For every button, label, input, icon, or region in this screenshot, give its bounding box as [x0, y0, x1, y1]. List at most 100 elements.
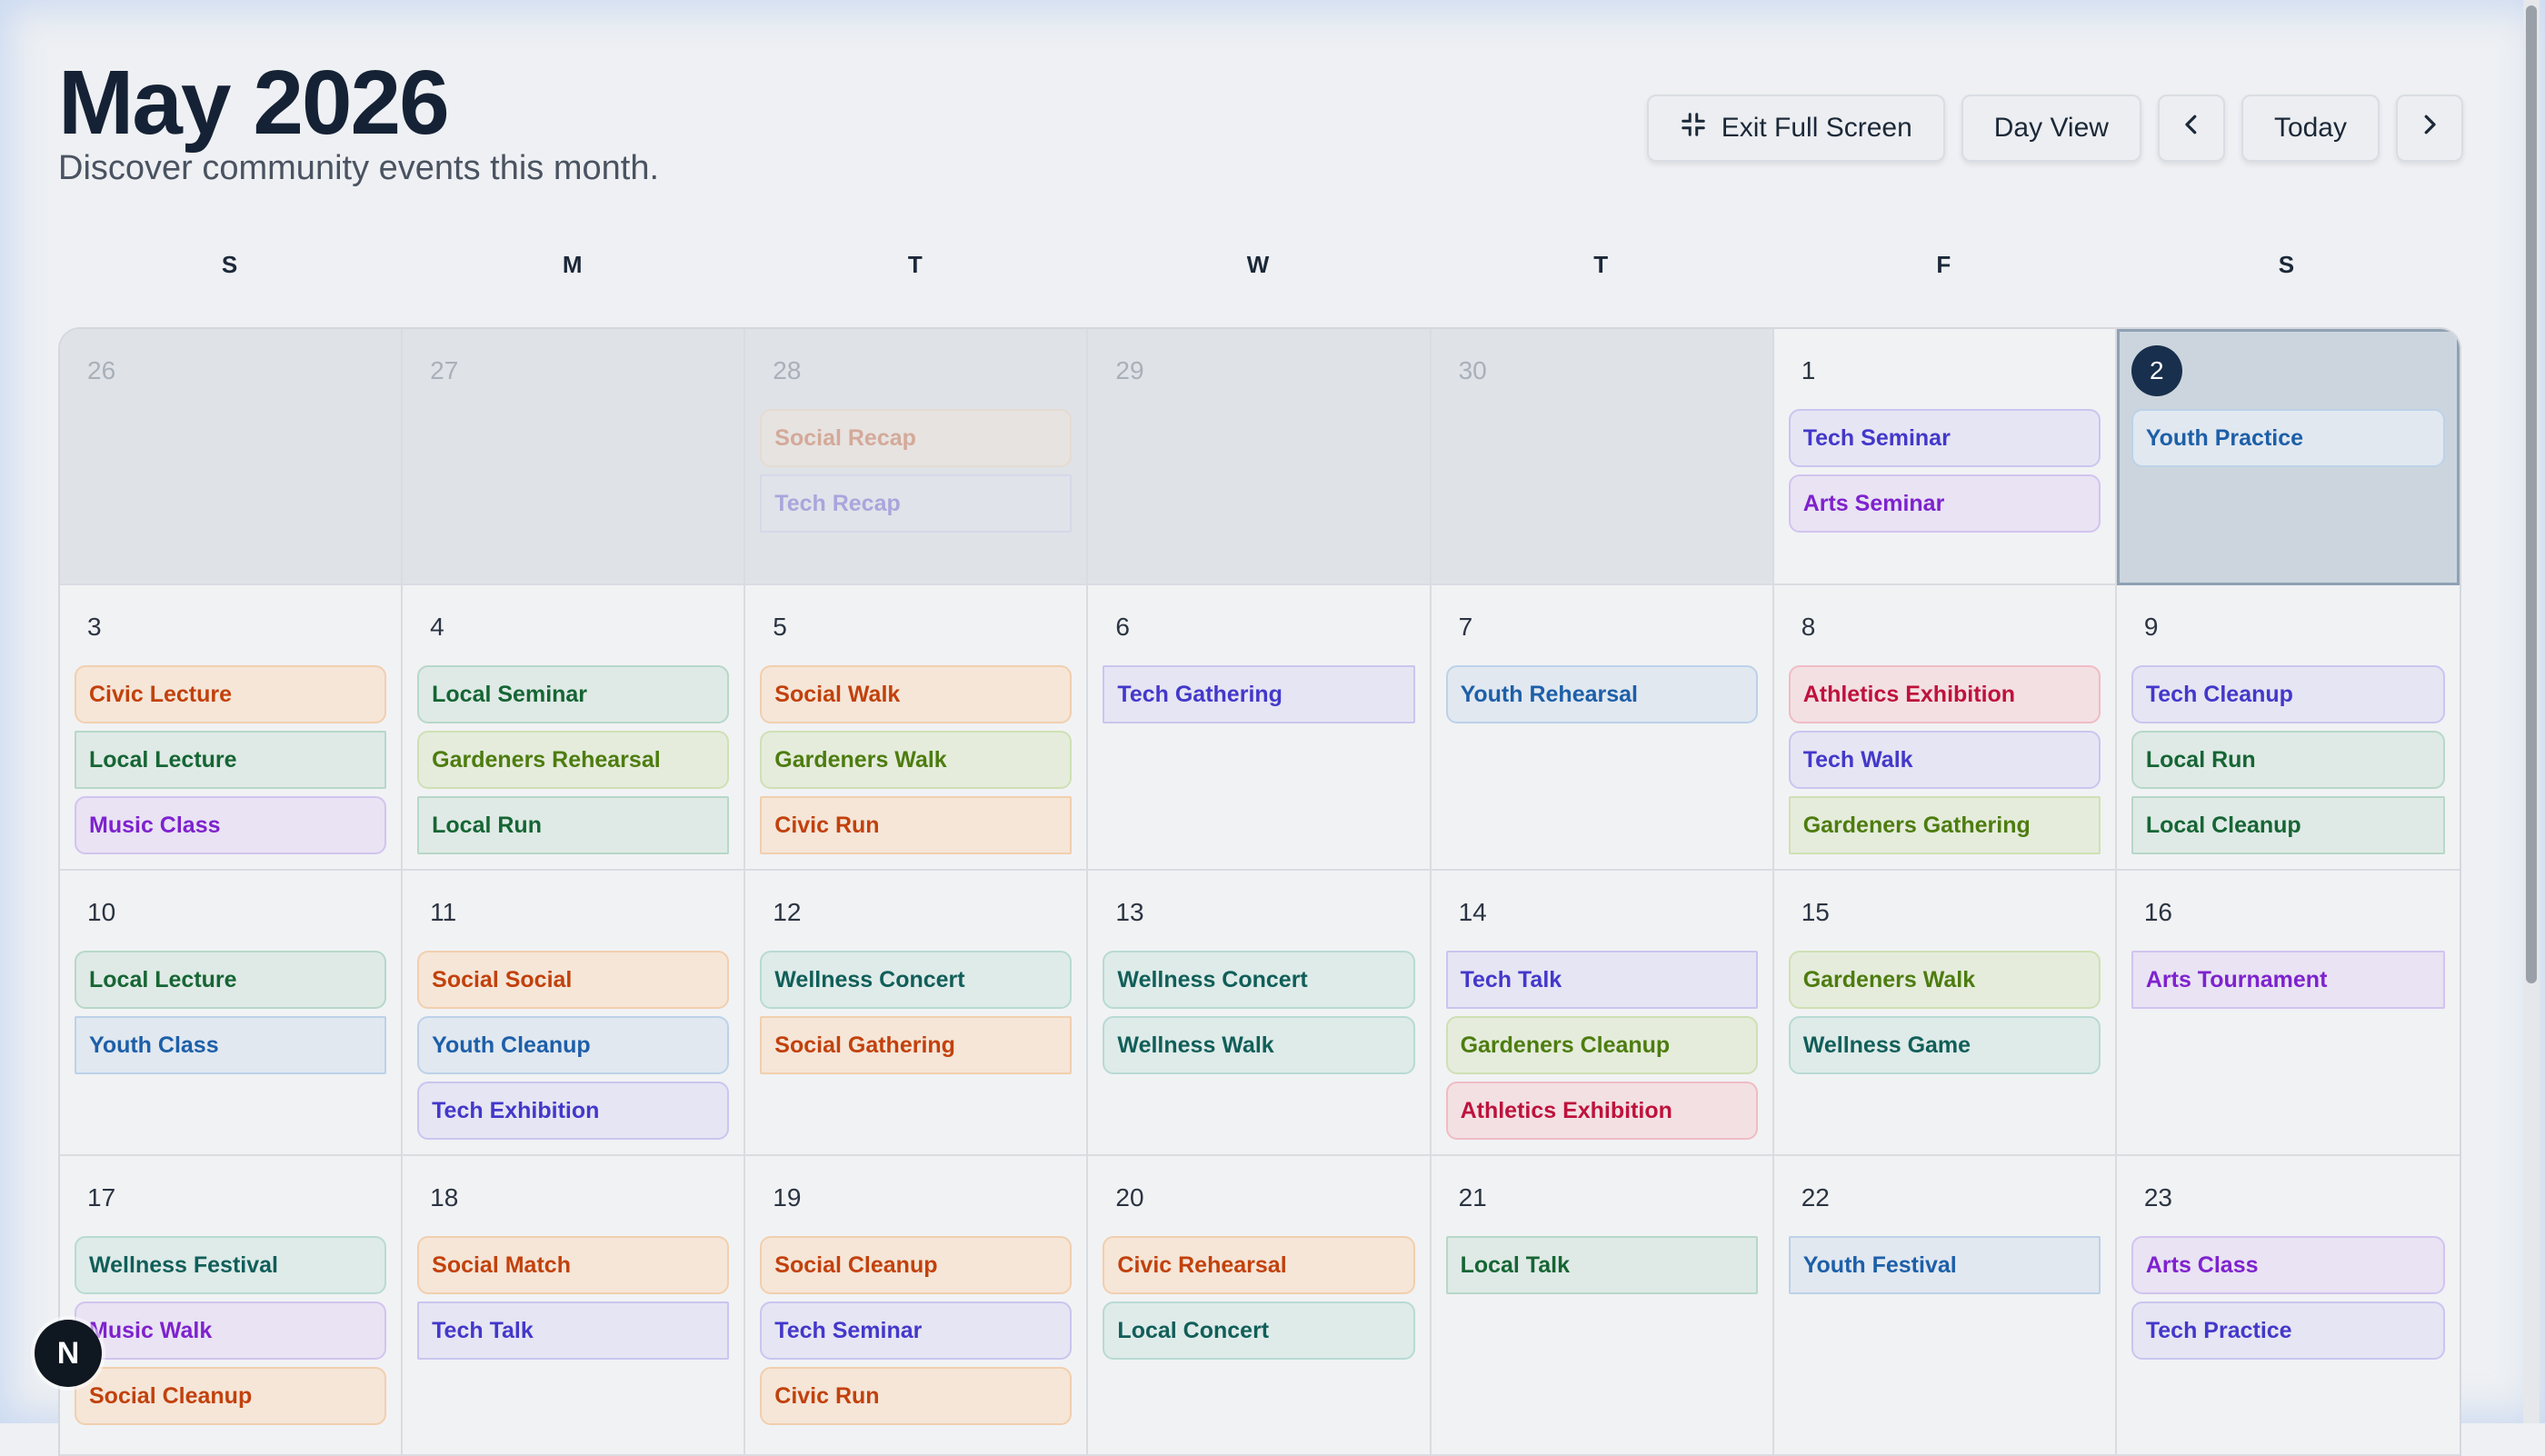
day-cell[interactable]: 23 Arts Class Tech Practice	[2116, 1156, 2460, 1456]
event-chip[interactable]: Gardeners Gathering	[1788, 796, 2101, 854]
event-chip[interactable]: Local Talk	[1445, 1236, 1758, 1294]
event-chip[interactable]: Local Run	[417, 796, 730, 854]
event-chip[interactable]: Tech Seminar	[760, 1301, 1073, 1360]
previous-month-button[interactable]	[2157, 95, 2225, 162]
event-chip[interactable]: Gardeners Rehearsal	[417, 731, 730, 789]
day-cell[interactable]: 28 Social Recap Tech Recap	[745, 329, 1089, 585]
event-chip[interactable]: Civic Run	[760, 796, 1073, 854]
date-number: 23	[2143, 1183, 2172, 1212]
event-chip[interactable]: Youth Rehearsal	[1445, 665, 1758, 723]
event-chip[interactable]: Youth Festival	[1788, 1236, 2101, 1294]
event-chip[interactable]: Athletics Exhibition	[1445, 1082, 1758, 1140]
event-chip[interactable]: Civic Lecture	[75, 665, 387, 723]
date-number: 27	[430, 356, 459, 384]
event-list: Youth Rehearsal	[1445, 665, 1758, 723]
day-cell[interactable]: 18 Social Match Tech Talk	[403, 1156, 746, 1456]
event-chip[interactable]: Gardeners Walk	[760, 731, 1073, 789]
event-chip[interactable]: Civic Rehearsal	[1103, 1236, 1415, 1294]
day-cell[interactable]: 29	[1088, 329, 1432, 585]
event-chip[interactable]: Youth Cleanup	[417, 1016, 730, 1074]
day-view-button[interactable]: Day View	[1961, 95, 2141, 162]
day-cell[interactable]: 26	[60, 329, 404, 585]
day-cell[interactable]: 19 Social Cleanup Tech Seminar Civic Run	[745, 1156, 1089, 1456]
next-month-button[interactable]	[2396, 95, 2463, 162]
event-chip[interactable]: Wellness Walk	[1103, 1016, 1415, 1074]
event-chip[interactable]: Arts Tournament	[2131, 951, 2445, 1009]
day-cell[interactable]: 2 Youth Practice	[2116, 329, 2460, 585]
day-cell[interactable]: 27	[403, 329, 746, 585]
event-chip[interactable]: Social Recap	[760, 409, 1073, 467]
event-chip[interactable]: Social Cleanup	[75, 1367, 387, 1425]
day-cell[interactable]: 21 Local Talk	[1431, 1156, 1774, 1456]
event-chip[interactable]: Social Gathering	[760, 1016, 1073, 1074]
event-chip[interactable]: Social Cleanup	[760, 1236, 1073, 1294]
date-number: 16	[2143, 898, 2172, 926]
event-chip[interactable]: Tech Cleanup	[2131, 665, 2445, 723]
day-cell[interactable]: 12 Wellness Concert Social Gathering	[745, 871, 1089, 1156]
event-chip[interactable]: Athletics Exhibition	[1788, 665, 2101, 723]
date-number: 4	[430, 613, 444, 641]
event-chip[interactable]: Local Seminar	[417, 665, 730, 723]
event-chip[interactable]: Arts Class	[2131, 1236, 2445, 1294]
event-chip[interactable]: Wellness Game	[1788, 1016, 2101, 1074]
day-cell[interactable]: 22 Youth Festival	[1773, 1156, 2117, 1456]
event-chip[interactable]: Local Concert	[1103, 1301, 1415, 1360]
day-cell[interactable]: 6 Tech Gathering	[1088, 585, 1432, 871]
event-chip[interactable]: Wellness Concert	[760, 951, 1073, 1009]
event-chip[interactable]: Tech Practice	[2131, 1301, 2445, 1360]
event-chip[interactable]: Tech Exhibition	[417, 1082, 730, 1140]
calendar-toolbar: Exit Full Screen Day View Today	[1646, 95, 2463, 162]
day-cell[interactable]: 5 Social Walk Gardeners Walk Civic Run	[745, 585, 1089, 871]
day-cell[interactable]: 7 Youth Rehearsal	[1431, 585, 1774, 871]
event-list: Tech Cleanup Local Run Local Cleanup	[2131, 665, 2445, 854]
day-cell[interactable]: 8 Athletics Exhibition Tech Walk Gardeners …	[1773, 585, 2117, 871]
today-button[interactable]: Today	[2241, 95, 2380, 162]
day-cell[interactable]: 3 Civic Lecture Local Lecture Music Class	[60, 585, 404, 871]
scrollbar-thumb[interactable]	[2526, 5, 2537, 983]
day-cell[interactable]: 15 Gardeners Walk Wellness Game	[1773, 871, 2117, 1156]
event-chip[interactable]: Local Lecture	[75, 731, 387, 789]
event-chip[interactable]: Local Run	[2131, 731, 2445, 789]
exit-fullscreen-button[interactable]: Exit Full Screen	[1646, 95, 1945, 162]
day-cell[interactable]: 4 Local Seminar Gardeners Rehearsal Local R…	[403, 585, 746, 871]
day-cell[interactable]: 10 Local Lecture Youth Class	[60, 871, 404, 1156]
event-chip[interactable]: Tech Talk	[1445, 951, 1758, 1009]
event-list: Tech Seminar Arts Seminar	[1788, 409, 2101, 533]
event-chip[interactable]: Social Walk	[760, 665, 1073, 723]
event-chip[interactable]: Local Lecture	[75, 951, 387, 1009]
event-chip[interactable]: Social Social	[417, 951, 730, 1009]
event-chip[interactable]: Social Match	[417, 1236, 730, 1294]
app-badge[interactable]: N	[35, 1320, 102, 1387]
event-chip[interactable]: Tech Seminar	[1788, 409, 2101, 467]
event-chip[interactable]: Tech Walk	[1788, 731, 2101, 789]
event-chip[interactable]: Music Class	[75, 796, 387, 854]
event-list: Youth Practice	[2131, 409, 2445, 467]
day-cell[interactable]: 30	[1431, 329, 1774, 585]
event-chip[interactable]: Tech Recap	[760, 474, 1073, 533]
day-cell[interactable]: 13 Wellness Concert Wellness Walk	[1088, 871, 1432, 1156]
event-chip[interactable]: Gardeners Cleanup	[1445, 1016, 1758, 1074]
day-cell[interactable]: 11 Social Social Youth Cleanup Tech Exhibit…	[403, 871, 746, 1156]
date-number: 21	[1458, 1183, 1487, 1212]
event-chip[interactable]: Wellness Concert	[1103, 951, 1415, 1009]
event-chip[interactable]: Youth Practice	[2131, 409, 2445, 467]
event-chip[interactable]: Music Walk	[75, 1301, 387, 1360]
event-chip[interactable]: Wellness Festival	[75, 1236, 387, 1294]
day-cell[interactable]: 17 Wellness Festival Music Walk Social Clea…	[60, 1156, 404, 1456]
day-cell[interactable]: 9 Tech Cleanup Local Run Local Cleanup	[2116, 585, 2460, 871]
event-chip[interactable]: Youth Class	[75, 1016, 387, 1074]
date-number: 6	[1115, 613, 1130, 641]
day-cell[interactable]: 20 Civic Rehearsal Local Concert	[1088, 1156, 1432, 1456]
day-cell[interactable]: 1 Tech Seminar Arts Seminar	[1773, 329, 2117, 585]
event-chip[interactable]: Gardeners Walk	[1788, 951, 2101, 1009]
event-chip[interactable]: Local Cleanup	[2131, 796, 2445, 854]
page-title: May 2026	[58, 52, 450, 154]
event-chip[interactable]: Tech Gathering	[1103, 665, 1415, 723]
badge-letter: N	[56, 1335, 80, 1371]
event-chip[interactable]: Tech Talk	[417, 1301, 730, 1360]
day-cell[interactable]: 16 Arts Tournament	[2116, 871, 2460, 1156]
day-cell[interactable]: 14 Tech Talk Gardeners Cleanup Athletics Ex…	[1431, 871, 1774, 1156]
vertical-scrollbar[interactable]	[2523, 0, 2540, 1423]
event-chip[interactable]: Arts Seminar	[1788, 474, 2101, 533]
event-chip[interactable]: Civic Run	[760, 1367, 1073, 1425]
